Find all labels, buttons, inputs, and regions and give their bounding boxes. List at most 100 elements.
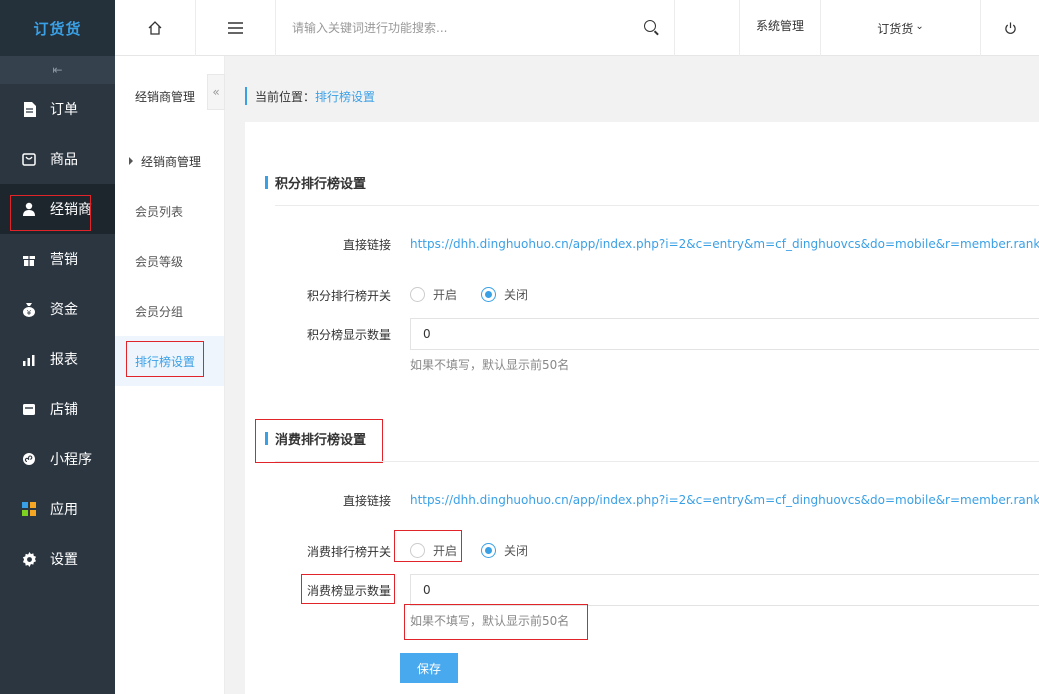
- sub-navigation: 经销商管理 « 经销商管理 会员列表 会员等级 会员分组 排行榜设置: [115, 56, 225, 694]
- system-settings-link[interactable]: 系统管理: [740, 0, 821, 56]
- sidebar-item-label: 应用: [50, 502, 78, 518]
- topbar-blank-cell: [675, 0, 740, 56]
- account-menu[interactable]: 订货货 ⌄: [821, 0, 981, 56]
- radio-label: 开启: [433, 288, 458, 302]
- gear-icon: [20, 551, 38, 567]
- points-switch-off[interactable]: 关闭: [481, 286, 528, 303]
- points-link-url[interactable]: https://dhh.dinghuohuo.cn/app/index.php?…: [410, 237, 1039, 251]
- apps-icon: [20, 502, 38, 516]
- section-title-points: 积分排行榜设置: [265, 173, 366, 192]
- gift-icon: [20, 252, 38, 266]
- sidebar-item-funds[interactable]: ¥ 资金: [0, 284, 115, 334]
- radio-button[interactable]: [410, 287, 425, 302]
- sidebar-item-label: 营销: [50, 252, 78, 268]
- highlight-box: [10, 195, 91, 231]
- chevron-down-icon: ⌄: [915, 20, 924, 32]
- top-bar: 系统管理 订货货 ⌄: [115, 0, 1039, 56]
- consumption-switch-label: 消费排行榜开关: [306, 545, 391, 559]
- collapse-menu-icon: ⇤: [52, 63, 63, 77]
- svg-text:¥: ¥: [27, 309, 32, 317]
- account-name: 订货货: [877, 21, 914, 36]
- highlight-box: [126, 341, 204, 377]
- highlight-box: [255, 419, 383, 463]
- sidebar-item-label: 店铺: [50, 402, 78, 418]
- radio-button-checked[interactable]: [481, 287, 497, 302]
- radio-button-checked[interactable]: [481, 543, 497, 558]
- highlight-box: [404, 604, 588, 640]
- sidebar-item-miniapp[interactable]: 小程序: [0, 434, 115, 484]
- subnav-item-label: 会员分组: [135, 304, 184, 319]
- sidebar-item-label: 小程序: [50, 452, 92, 468]
- subnav-item-member-list[interactable]: 会员列表: [115, 186, 224, 236]
- breadcrumb-prefix: 当前位置：: [255, 89, 316, 104]
- subnav-collapse-button[interactable]: «: [207, 74, 225, 110]
- sidebar-item-label: 商品: [50, 152, 78, 168]
- consumption-switch-off[interactable]: 关闭: [481, 542, 528, 559]
- settings-card: 积分排行榜设置 直接链接 https://dhh.dinghuohuo.cn/a…: [245, 122, 1039, 694]
- subnav-item-ranking-settings[interactable]: 排行榜设置: [115, 336, 224, 386]
- sidebar-item-store[interactable]: 店铺: [0, 384, 115, 434]
- points-link-label: 直接链接: [342, 238, 391, 252]
- subnav-item-member-group[interactable]: 会员分组: [115, 286, 224, 336]
- consumption-link-label: 直接链接: [342, 494, 391, 508]
- search-input[interactable]: [292, 13, 632, 43]
- caret-right-icon: [129, 157, 133, 165]
- sidebar-item-reports[interactable]: 报表: [0, 334, 115, 384]
- points-direct-link[interactable]: https://dhh.dinghuohuo.cn/app/index.php?…: [410, 237, 1039, 251]
- radio-label: 关闭: [504, 288, 529, 302]
- points-switch-label: 积分排行榜开关: [306, 289, 391, 303]
- hamburger-icon: [228, 22, 243, 34]
- highlight-box: [301, 574, 395, 604]
- section-title-text: 积分排行榜设置: [275, 177, 367, 192]
- menu-toggle-button[interactable]: [196, 0, 276, 56]
- sidebar-item-products[interactable]: 商品: [0, 134, 115, 184]
- main-sidebar: 订货货 ⇤ 订单 商品 经销商 营销 ¥ 资金 报表 店铺 小程序 应用 设置: [0, 0, 115, 694]
- points-switch-on[interactable]: 开启: [410, 286, 457, 303]
- subnav-item-label: 会员列表: [135, 204, 184, 219]
- section-divider: [275, 461, 1039, 462]
- sidebar-collapse-button[interactable]: ⇤: [0, 56, 115, 84]
- app-logo[interactable]: 订货货: [0, 0, 115, 56]
- points-count-input[interactable]: [410, 318, 1039, 350]
- sidebar-item-marketing[interactable]: 营销: [0, 234, 115, 284]
- bag-icon: [20, 152, 38, 166]
- subnav-header: 经销商管理 «: [115, 56, 225, 136]
- subnav-title: 经销商管理: [135, 89, 196, 104]
- points-count-label: 积分榜显示数量: [306, 328, 391, 342]
- title-accent-bar: [265, 176, 268, 189]
- breadcrumb-current[interactable]: 排行榜设置: [315, 88, 375, 105]
- consumption-direct-link[interactable]: https://dhh.dinghuohuo.cn/app/index.php?…: [410, 493, 1039, 507]
- power-icon: [1004, 21, 1016, 34]
- subnav-item-label: 会员等级: [135, 254, 184, 269]
- sidebar-item-label: 资金: [50, 302, 78, 318]
- highlight-box: [394, 530, 462, 562]
- subnav-group-label: 经销商管理: [141, 154, 202, 169]
- home-icon: [148, 21, 162, 35]
- points-count-hint: 如果不填写，默认显示前50名: [410, 358, 570, 372]
- sidebar-item-label: 报表: [50, 352, 78, 368]
- double-chevron-left-icon: «: [212, 85, 220, 99]
- document-icon: [20, 101, 38, 117]
- breadcrumb: 当前位置： 排行榜设置: [245, 87, 375, 105]
- bar-chart-icon: [20, 353, 38, 366]
- subnav-item-member-level[interactable]: 会员等级: [115, 236, 224, 286]
- consumption-count-input[interactable]: [410, 574, 1039, 606]
- sidebar-item-label: 设置: [50, 552, 78, 568]
- search-bar: [276, 0, 675, 56]
- section-divider: [275, 205, 1039, 206]
- sidebar-item-settings[interactable]: 设置: [0, 534, 115, 584]
- points-switch-group: 开启 关闭: [410, 286, 552, 303]
- sidebar-item-orders[interactable]: 订单: [0, 84, 115, 134]
- sidebar-item-apps[interactable]: 应用: [0, 484, 115, 534]
- sidebar-item-distributors[interactable]: 经销商: [0, 184, 115, 234]
- home-button[interactable]: [115, 0, 196, 56]
- radio-label: 关闭: [504, 544, 529, 558]
- logout-button[interactable]: [981, 0, 1039, 56]
- store-icon: [20, 403, 38, 416]
- save-button[interactable]: 保存: [400, 653, 458, 683]
- money-bag-icon: ¥: [20, 302, 38, 317]
- consumption-link-url[interactable]: https://dhh.dinghuohuo.cn/app/index.php?…: [410, 493, 1039, 507]
- search-icon[interactable]: [644, 20, 656, 32]
- subnav-group-distributors[interactable]: 经销商管理: [115, 136, 224, 186]
- miniapp-icon: [20, 452, 38, 466]
